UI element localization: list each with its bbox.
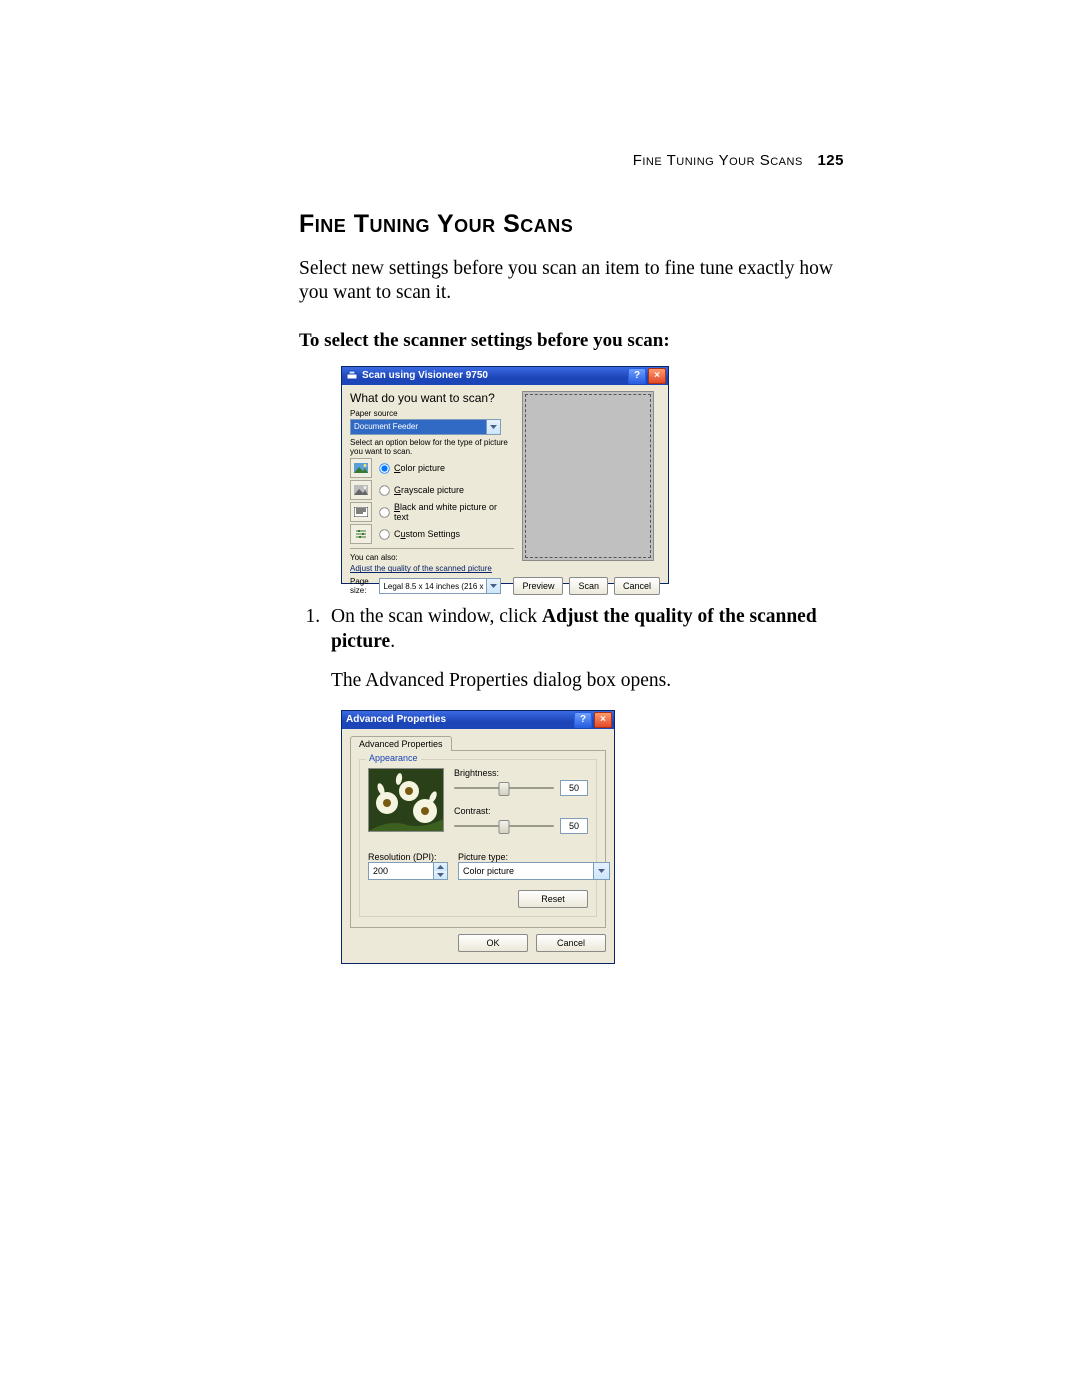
custom-settings-icon xyxy=(350,524,372,544)
picture-type-combo[interactable]: Color picture xyxy=(458,862,610,880)
option-custom-radio[interactable] xyxy=(379,529,389,539)
option-color-label: CColor pictureolor picture xyxy=(394,463,445,473)
resolution-label: Resolution (DPI): xyxy=(368,852,448,862)
tab-panel: Appearance xyxy=(350,751,606,928)
option-grayscale[interactable]: Grayscale picture xyxy=(350,480,514,500)
ok-button[interactable]: OK xyxy=(458,934,528,952)
page-size-value: Legal 8.5 x 14 inches (216 x 356 xyxy=(380,582,486,591)
scan-titlebar: Scan using Visioneer 9750 ? × xyxy=(342,367,668,385)
close-button[interactable]: × xyxy=(594,712,612,728)
option-custom[interactable]: Custom Settings xyxy=(350,524,514,544)
scanner-icon xyxy=(346,370,358,382)
appearance-group-label: Appearance xyxy=(366,753,421,763)
option-color[interactable]: CColor pictureolor picture xyxy=(350,458,514,478)
contrast-label: Contrast: xyxy=(454,806,588,816)
help-button[interactable]: ? xyxy=(574,712,592,728)
step1-result: The Advanced Properties dialog box opens… xyxy=(331,668,859,693)
paper-source-combo[interactable]: Document Feeder xyxy=(350,419,501,435)
option-color-radio[interactable] xyxy=(379,463,389,473)
reset-button[interactable]: Reset xyxy=(518,890,588,908)
resolution-value: 200 xyxy=(369,863,433,879)
content-column: Fine Tuning Your Scans Select new settin… xyxy=(299,210,859,964)
brightness-value: 50 xyxy=(560,780,588,796)
page-number: 125 xyxy=(817,152,844,169)
scan-dialog: Scan using Visioneer 9750 ? × What do yo… xyxy=(341,366,669,584)
bw-text-icon xyxy=(350,502,372,522)
chevron-down-icon xyxy=(486,420,500,434)
picture-type-value: Color picture xyxy=(459,863,593,879)
tab-strip: Advanced Properties xyxy=(350,735,606,751)
page-title: Fine Tuning Your Scans xyxy=(299,210,859,239)
color-picture-icon xyxy=(350,458,372,478)
cancel-button[interactable]: Cancel xyxy=(536,934,606,952)
option-grayscale-label: Grayscale picture xyxy=(394,485,464,495)
help-button[interactable]: ? xyxy=(628,368,646,384)
step1-post: . xyxy=(390,631,395,652)
ap-title-text: Advanced Properties xyxy=(346,714,446,725)
chevron-down-icon xyxy=(486,579,500,593)
scan-heading: What do you want to scan? xyxy=(350,391,514,405)
divider xyxy=(350,548,514,549)
option-bw-label: Black and white picture or text xyxy=(394,502,514,522)
tab-advanced-properties[interactable]: Advanced Properties xyxy=(350,736,452,751)
brightness-slider[interactable] xyxy=(454,787,554,789)
spinner-up-icon[interactable] xyxy=(434,863,447,871)
page-size-label: Page size: xyxy=(350,577,371,595)
chevron-down-icon xyxy=(593,863,609,879)
contrast-slider[interactable] xyxy=(454,825,554,827)
preview-pane xyxy=(522,391,654,561)
spinner-down-icon[interactable] xyxy=(434,871,447,879)
paper-source-value: Document Feeder xyxy=(351,422,486,431)
page-size-combo[interactable]: Legal 8.5 x 14 inches (216 x 356 xyxy=(379,578,501,594)
procedure-heading: To select the scanner settings before yo… xyxy=(299,330,859,352)
ap-titlebar: Advanced Properties ? × xyxy=(342,711,614,729)
document-page: Fine Tuning Your Scans 125 Fine Tuning Y… xyxy=(0,0,1080,1397)
paper-source-label: Paper source xyxy=(350,409,514,418)
running-header-text: Fine Tuning Your Scans xyxy=(633,152,803,169)
steps-list: On the scan window, click Adjust the qua… xyxy=(299,604,859,694)
running-header: Fine Tuning Your Scans 125 xyxy=(633,152,844,169)
option-bw[interactable]: Black and white picture or text xyxy=(350,502,514,522)
you-can-also-label: You can also: xyxy=(350,553,514,562)
cancel-button[interactable]: Cancel xyxy=(614,577,660,595)
resolution-spinner[interactable]: 200 xyxy=(368,862,448,880)
preview-button[interactable]: Preview xyxy=(513,577,563,595)
intro-paragraph: Select new settings before you scan an i… xyxy=(299,257,859,306)
slider-thumb-icon xyxy=(499,820,510,834)
scan-button[interactable]: Scan xyxy=(569,577,608,595)
close-button[interactable]: × xyxy=(648,368,666,384)
option-grayscale-radio[interactable] xyxy=(379,485,389,495)
option-hint: Select an option below for the type of p… xyxy=(350,439,514,457)
contrast-value: 50 xyxy=(560,818,588,834)
grayscale-picture-icon xyxy=(350,480,372,500)
preview-thumbnail xyxy=(368,768,444,832)
preview-selection[interactable] xyxy=(525,394,651,558)
scan-title-text: Scan using Visioneer 9750 xyxy=(362,370,488,381)
advanced-properties-dialog: Advanced Properties ? × Advanced Propert… xyxy=(341,710,615,964)
brightness-label: Brightness: xyxy=(454,768,588,778)
option-bw-radio[interactable] xyxy=(379,507,389,517)
option-custom-label: Custom Settings xyxy=(394,529,460,539)
adjust-quality-link[interactable]: Adjust the quality of the scanned pictur… xyxy=(350,564,492,573)
appearance-group: Appearance xyxy=(359,759,597,917)
picture-type-label: Picture type: xyxy=(458,852,610,862)
slider-thumb-icon xyxy=(499,782,510,796)
step-1: On the scan window, click Adjust the qua… xyxy=(325,604,859,694)
step1-pre: On the scan window, click xyxy=(331,606,542,627)
